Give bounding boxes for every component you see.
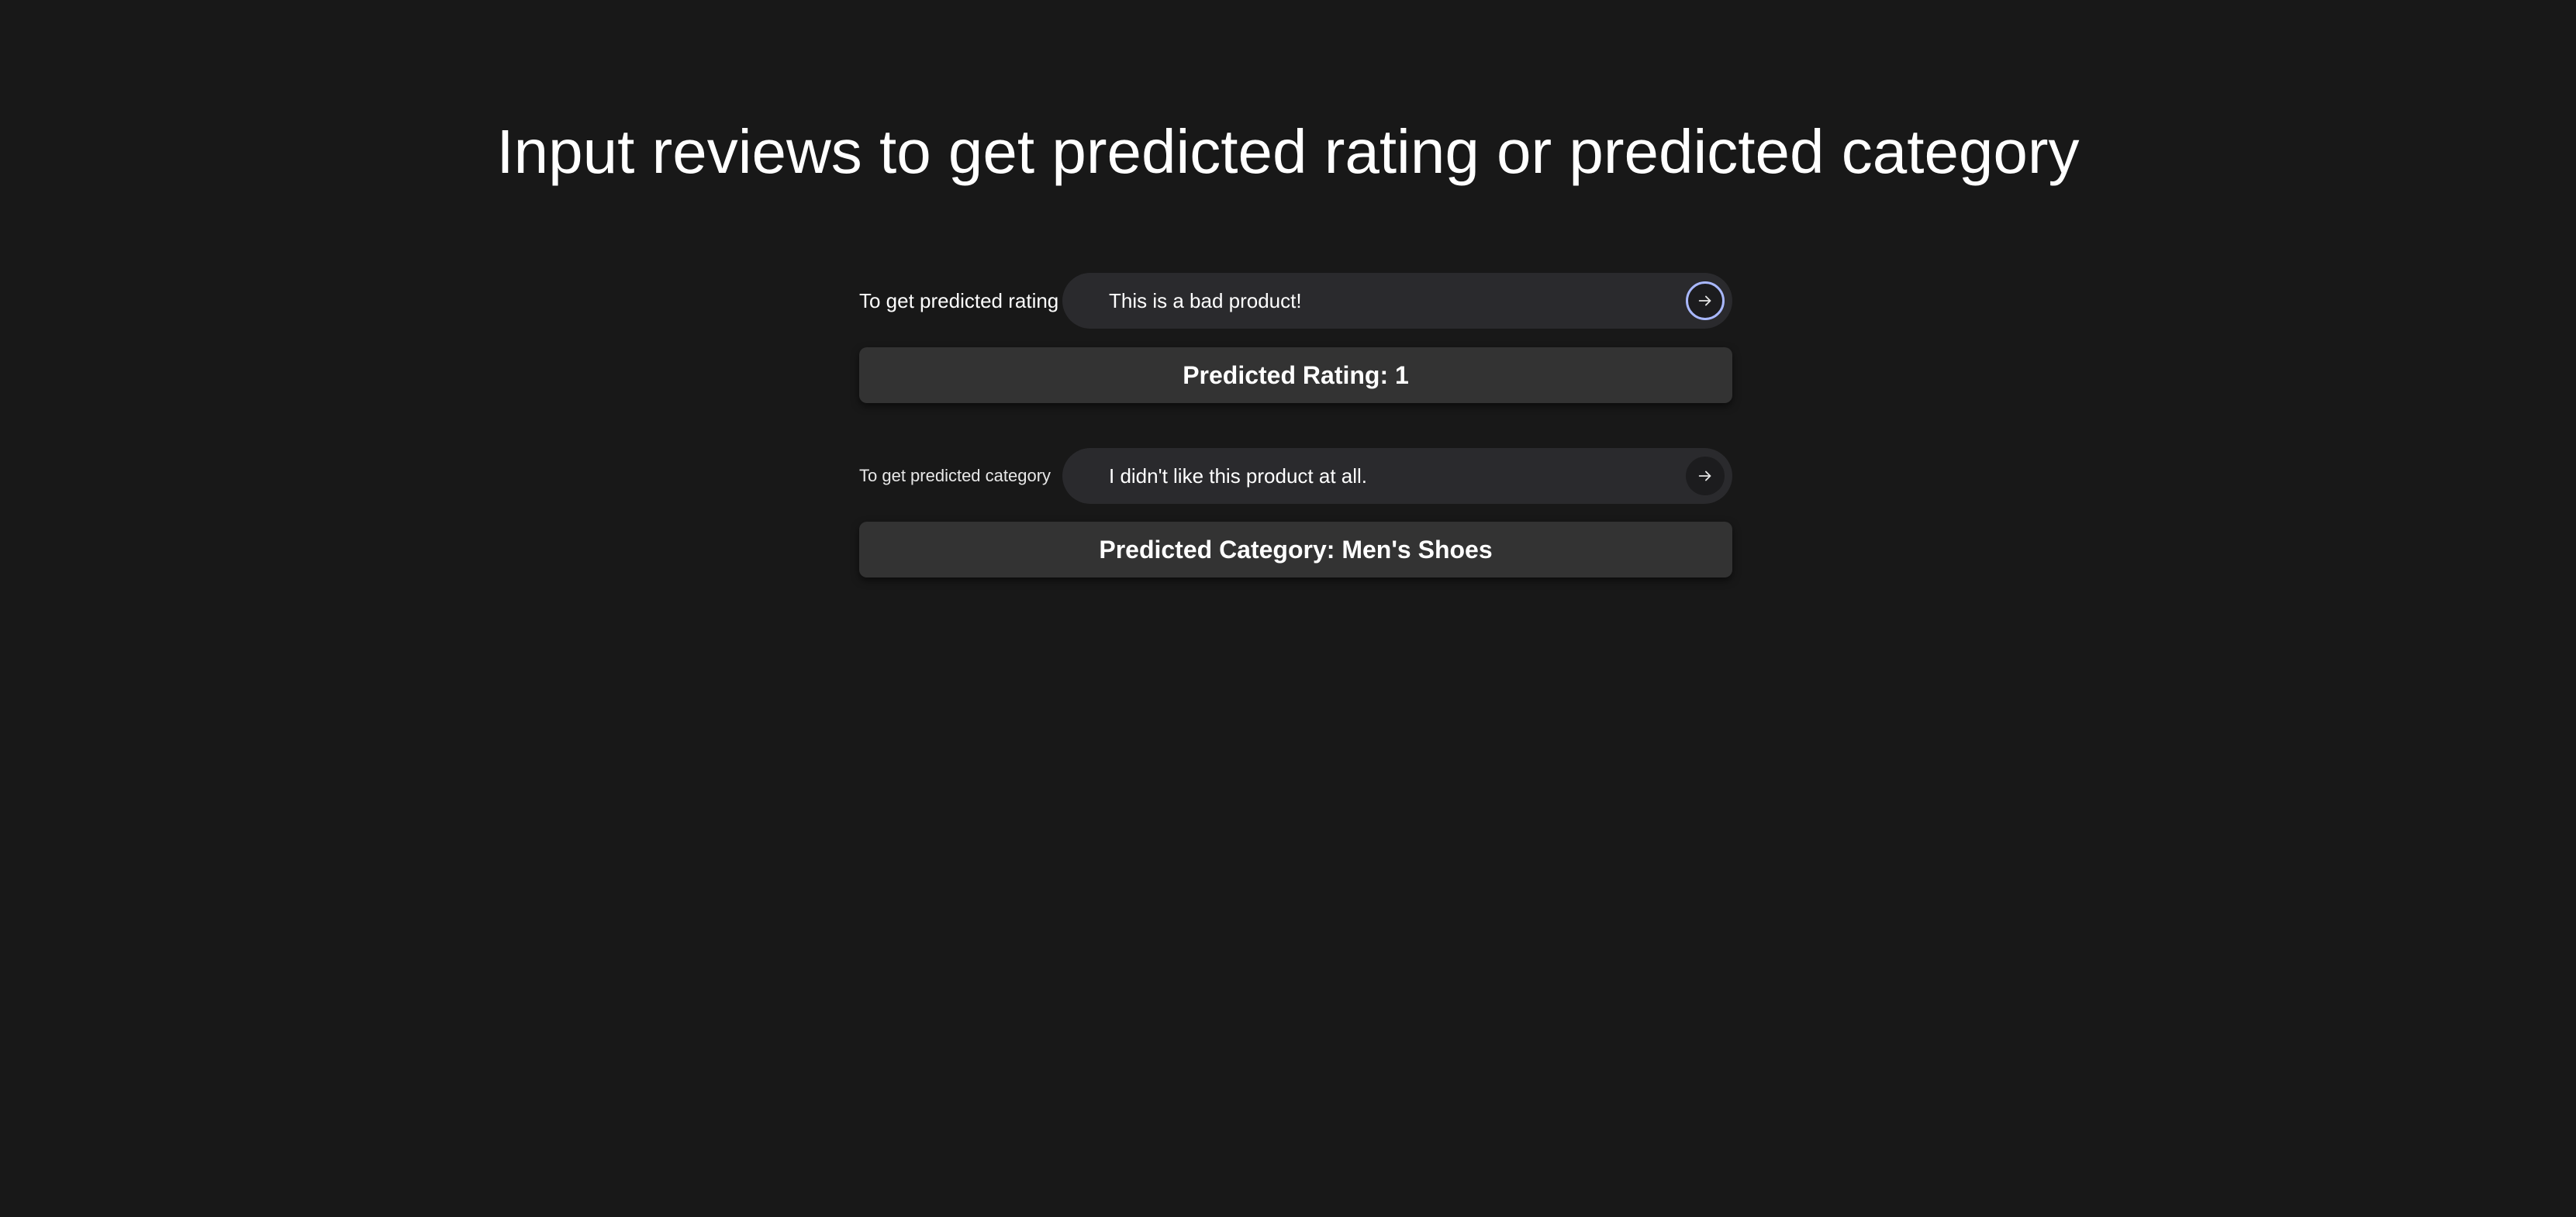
rating-form: To get predicted rating: [859, 272, 1732, 329]
category-review-input[interactable]: [1109, 460, 1732, 491]
rating-review-input[interactable]: [1109, 285, 1732, 316]
rating-label: To get predicted rating: [859, 288, 1059, 312]
predicted-rating-result: Predicted Rating: 1: [859, 347, 1732, 403]
page: Input reviews to get predicted rating or…: [0, 0, 2576, 1217]
category-form: To get predicted category: [859, 447, 1732, 505]
predicted-category-result: Predicted Category: Men's Shoes: [859, 522, 1732, 577]
category-input-container: [1062, 448, 1732, 504]
arrow-right-icon: [1698, 471, 1711, 481]
rating-submit-button[interactable]: [1686, 281, 1725, 320]
page-title: Input reviews to get predicted rating or…: [496, 117, 2080, 186]
category-label: To get predicted category: [859, 466, 1051, 485]
arrow-right-icon: [1698, 295, 1711, 306]
rating-input-container: [1062, 273, 1732, 329]
category-submit-button[interactable]: [1686, 457, 1725, 495]
